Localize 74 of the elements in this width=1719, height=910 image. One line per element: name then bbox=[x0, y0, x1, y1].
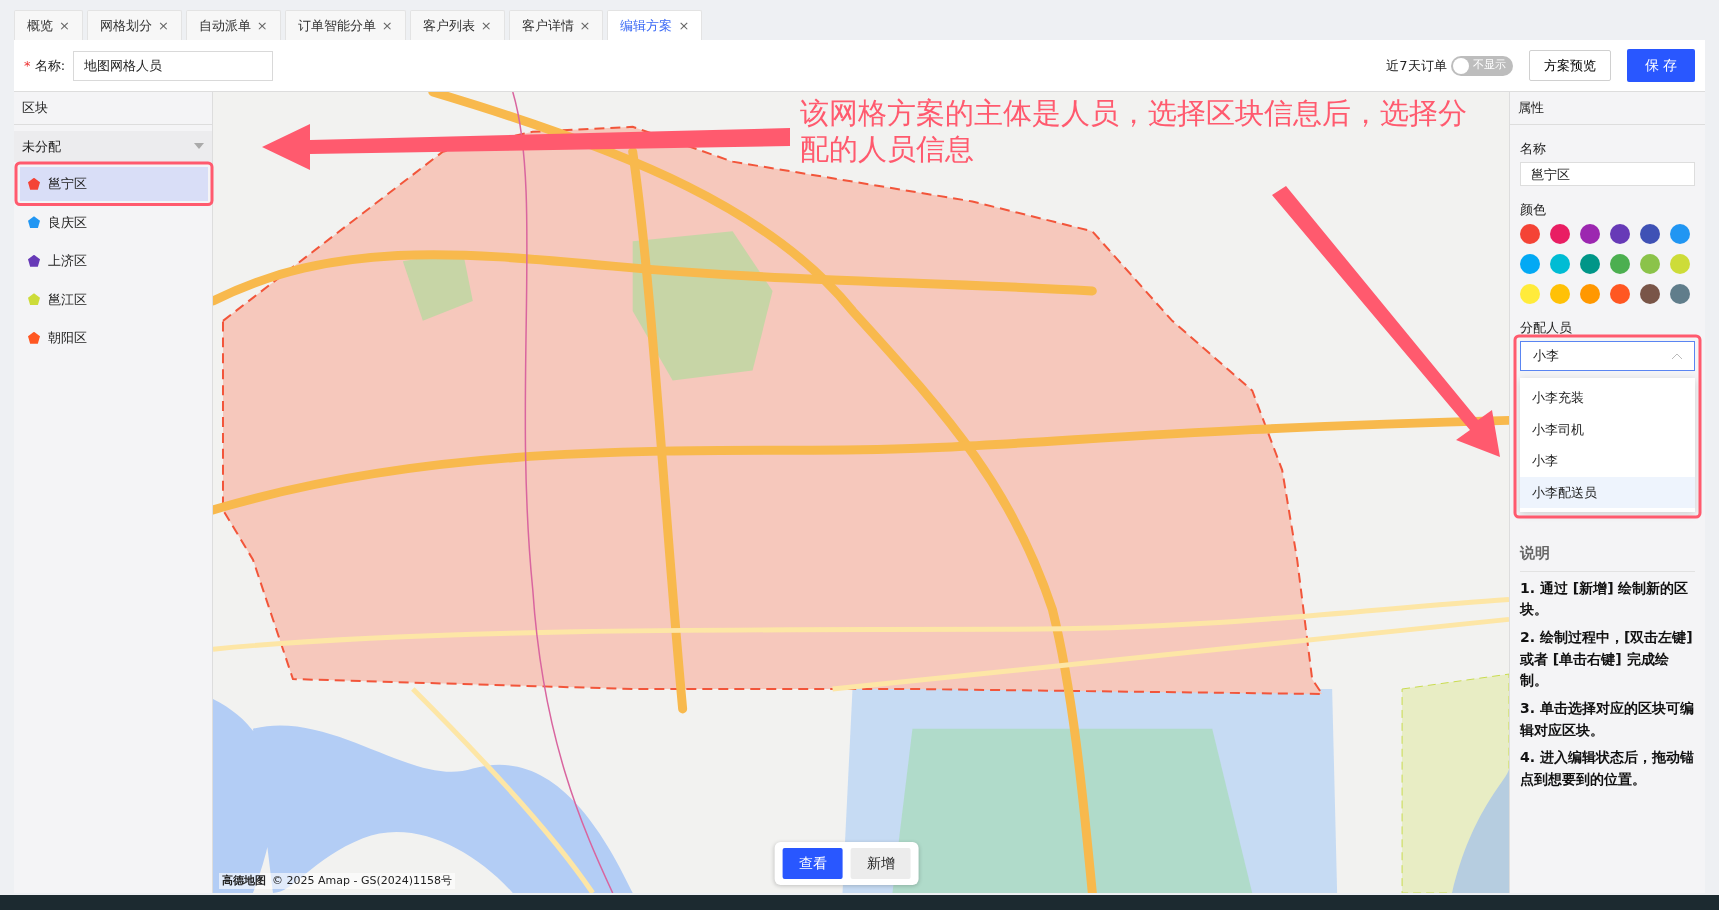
name-field[interactable]: 邕宁区 bbox=[1520, 162, 1695, 186]
color-swatch[interactable] bbox=[1670, 283, 1690, 304]
preview-button[interactable]: 方案预览 bbox=[1528, 49, 1611, 82]
color-swatch[interactable] bbox=[1670, 223, 1690, 244]
tab[interactable]: 自动派单 × bbox=[185, 9, 281, 40]
tab[interactable]: 客户列表 × bbox=[409, 9, 505, 40]
tab-label: 网格划分 bbox=[99, 16, 152, 35]
group-dropdown[interactable]: 未分配 bbox=[14, 130, 212, 162]
name-input[interactable]: 地图网格人员 bbox=[73, 50, 273, 81]
help-text: 1. 通过 [新增] 绘制新的区块。 bbox=[1520, 578, 1690, 620]
close-icon[interactable]: × bbox=[59, 15, 70, 35]
block-item[interactable]: 朝阳区 bbox=[20, 321, 208, 355]
panel-title: 区块 bbox=[14, 92, 212, 125]
close-icon[interactable]: × bbox=[480, 15, 492, 35]
block-item[interactable]: 良庆区 bbox=[20, 205, 208, 239]
color-swatch[interactable] bbox=[1580, 283, 1600, 304]
field-label: 名称 bbox=[1520, 139, 1547, 158]
tab[interactable]: 概览 × bbox=[14, 9, 83, 40]
color-swatch[interactable] bbox=[1640, 283, 1660, 304]
color-swatch[interactable] bbox=[1550, 223, 1570, 244]
field-label: 分配人员 bbox=[1520, 318, 1573, 337]
tab[interactable]: 客户详情 × bbox=[508, 9, 604, 40]
tab[interactable]: 订单智能分单 × bbox=[284, 9, 406, 40]
caret-icon bbox=[194, 143, 204, 150]
tab[interactable]: 网格划分 × bbox=[86, 9, 182, 40]
help-text: 4. 进入编辑状态后，拖动锚点到想要到的位置。 bbox=[1520, 748, 1695, 789]
color-swatch[interactable] bbox=[1640, 253, 1660, 274]
person-select[interactable]: 小李 bbox=[1520, 341, 1695, 371]
color-swatch[interactable] bbox=[1640, 223, 1660, 244]
color-swatch[interactable] bbox=[1550, 283, 1570, 304]
close-icon[interactable]: × bbox=[678, 15, 690, 35]
color-swatch[interactable] bbox=[1610, 253, 1630, 274]
annotation-text: 该网格方案的主体是人员，选择区块信息后，选择分配的人员信息 bbox=[800, 95, 1468, 168]
tab-label: 概览 bbox=[27, 16, 53, 35]
close-icon[interactable]: × bbox=[579, 15, 591, 35]
name-label: * 名称: bbox=[24, 56, 65, 75]
save-button[interactable]: 保 存 bbox=[1626, 49, 1695, 82]
help-text: 3. 单击选择对应的区块可编辑对应区块。 bbox=[1520, 698, 1695, 740]
tab-label: 订单智能分单 bbox=[297, 16, 376, 35]
color-swatch[interactable] bbox=[1520, 223, 1540, 244]
color-swatch[interactable] bbox=[1580, 223, 1600, 244]
dropdown-option[interactable]: 小李配送员 bbox=[1520, 476, 1695, 508]
tab[interactable]: 编辑方案 × bbox=[607, 9, 703, 40]
map-drawing[interactable] bbox=[213, 92, 1509, 893]
field-label: 颜色 bbox=[1520, 201, 1547, 219]
help-text: 2. 绘制过程中，[双击左键] 或者 [单击右键] 完成绘制。 bbox=[1520, 627, 1694, 691]
help-title: 说明 bbox=[1520, 542, 1695, 572]
block-item[interactable]: 邕宁区 bbox=[20, 167, 208, 201]
block-item[interactable]: 邕江区 bbox=[20, 282, 208, 316]
map-button[interactable]: 查看 bbox=[782, 848, 843, 879]
tab-label: 编辑方案 bbox=[620, 16, 673, 35]
close-icon[interactable]: × bbox=[256, 15, 268, 35]
map-attribution: © 2025 Amap - GS(2024)1158号 bbox=[272, 872, 452, 889]
dropdown-option[interactable]: 小李司机 bbox=[1520, 413, 1695, 445]
chevron-up-icon bbox=[1672, 353, 1682, 359]
orders-label: 近7天订单 bbox=[1386, 56, 1447, 75]
tab-label: 自动派单 bbox=[198, 16, 251, 35]
color-swatch[interactable] bbox=[1610, 223, 1630, 244]
block-item[interactable]: 上济区 bbox=[20, 244, 208, 278]
color-swatch[interactable] bbox=[1550, 253, 1570, 274]
dropdown-option[interactable]: 小李充装 bbox=[1520, 382, 1695, 414]
color-swatch[interactable] bbox=[1520, 283, 1540, 304]
color-swatch[interactable] bbox=[1670, 253, 1690, 274]
close-icon[interactable]: × bbox=[157, 15, 169, 35]
map-button[interactable]: 新增 bbox=[850, 848, 911, 879]
color-swatch[interactable] bbox=[1580, 253, 1600, 274]
panel-title: 属性 bbox=[1510, 92, 1705, 125]
color-swatch[interactable] bbox=[1520, 253, 1540, 274]
color-swatch[interactable] bbox=[1610, 283, 1630, 304]
close-icon[interactable]: × bbox=[381, 15, 393, 35]
dropdown-option[interactable]: 小李 bbox=[1520, 445, 1695, 477]
tab-label: 客户列表 bbox=[422, 16, 475, 35]
tab-label: 客户详情 bbox=[521, 16, 574, 35]
map-logo: 高德地图 bbox=[222, 872, 266, 889]
